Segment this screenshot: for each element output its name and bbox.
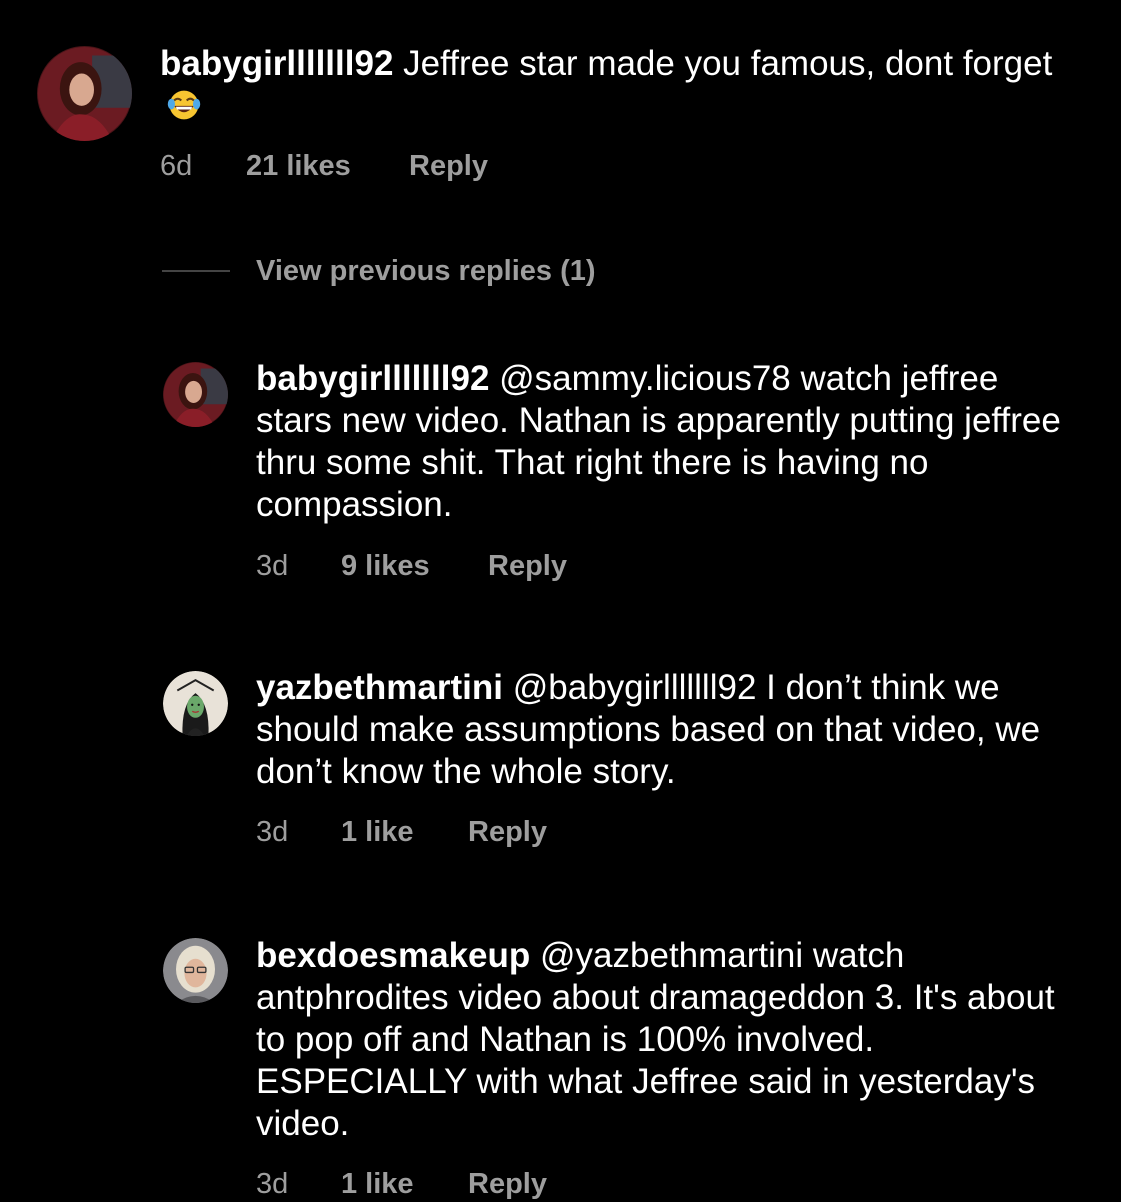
username[interactable]: babygirlllllll92	[160, 44, 393, 83]
laughing-emoji-icon	[166, 87, 202, 123]
comment-text: babygirlllllll92 Jeffree star made you f…	[160, 43, 1060, 127]
avatar[interactable]	[37, 46, 132, 141]
avatar[interactable]	[163, 671, 228, 736]
thread-divider	[162, 270, 230, 272]
comment-meta: 3d 1 like Reply	[256, 816, 856, 850]
mention-link[interactable]: @sammy.licious78	[499, 359, 791, 398]
mention-link[interactable]: @babygirlllllll92	[513, 668, 757, 707]
comment-meta: 6d 21 likes Reply	[160, 150, 760, 184]
reply-button[interactable]: Reply	[409, 150, 488, 183]
comment-text: bexdoesmakeup @yazbethmartini watch antp…	[256, 935, 1076, 1145]
avatar[interactable]	[163, 362, 228, 427]
avatar-illustration	[163, 671, 228, 736]
likes-count[interactable]: 1 like	[341, 1168, 414, 1201]
comment-text: yazbethmartini @babygirlllllll92 I don’t…	[256, 667, 1076, 793]
reply-comment: babygirlllllll92 @sammy.licious78 watch …	[0, 340, 1121, 600]
comment: babygirlllllll92 Jeffree star made you f…	[0, 0, 1121, 200]
reply-comment: bexdoesmakeup @yazbethmartini watch antp…	[0, 920, 1121, 1200]
username[interactable]: bexdoesmakeup	[256, 936, 530, 975]
comment-meta: 3d 9 likes Reply	[256, 550, 856, 584]
reply-button[interactable]: Reply	[468, 1168, 547, 1201]
reply-comment: yazbethmartini @babygirlllllll92 I don’t…	[0, 650, 1121, 870]
reply-button[interactable]: Reply	[468, 816, 547, 849]
comment-body: Jeffree star made you famous, dont forge…	[403, 44, 1053, 83]
username[interactable]: yazbethmartini	[256, 668, 503, 707]
likes-count[interactable]: 1 like	[341, 816, 414, 849]
likes-count[interactable]: 9 likes	[341, 550, 430, 583]
likes-count[interactable]: 21 likes	[246, 150, 351, 183]
comment-age: 3d	[256, 550, 289, 582]
avatar-photo	[37, 46, 132, 141]
comment-meta: 3d 1 like Reply	[256, 1168, 856, 1202]
username[interactable]: babygirlllllll92	[256, 359, 489, 398]
comment-age: 3d	[256, 816, 289, 848]
reply-button[interactable]: Reply	[488, 550, 567, 583]
view-previous-replies-button[interactable]: View previous replies (1)	[256, 255, 596, 288]
comment-age: 3d	[256, 1168, 289, 1200]
avatar-photo	[163, 938, 228, 1003]
avatar-photo	[163, 362, 228, 427]
comment-age: 6d	[160, 150, 193, 182]
mention-link[interactable]: @yazbethmartini	[540, 936, 803, 975]
avatar[interactable]	[163, 938, 228, 1003]
comment-text: babygirlllllll92 @sammy.licious78 watch …	[256, 358, 1076, 526]
